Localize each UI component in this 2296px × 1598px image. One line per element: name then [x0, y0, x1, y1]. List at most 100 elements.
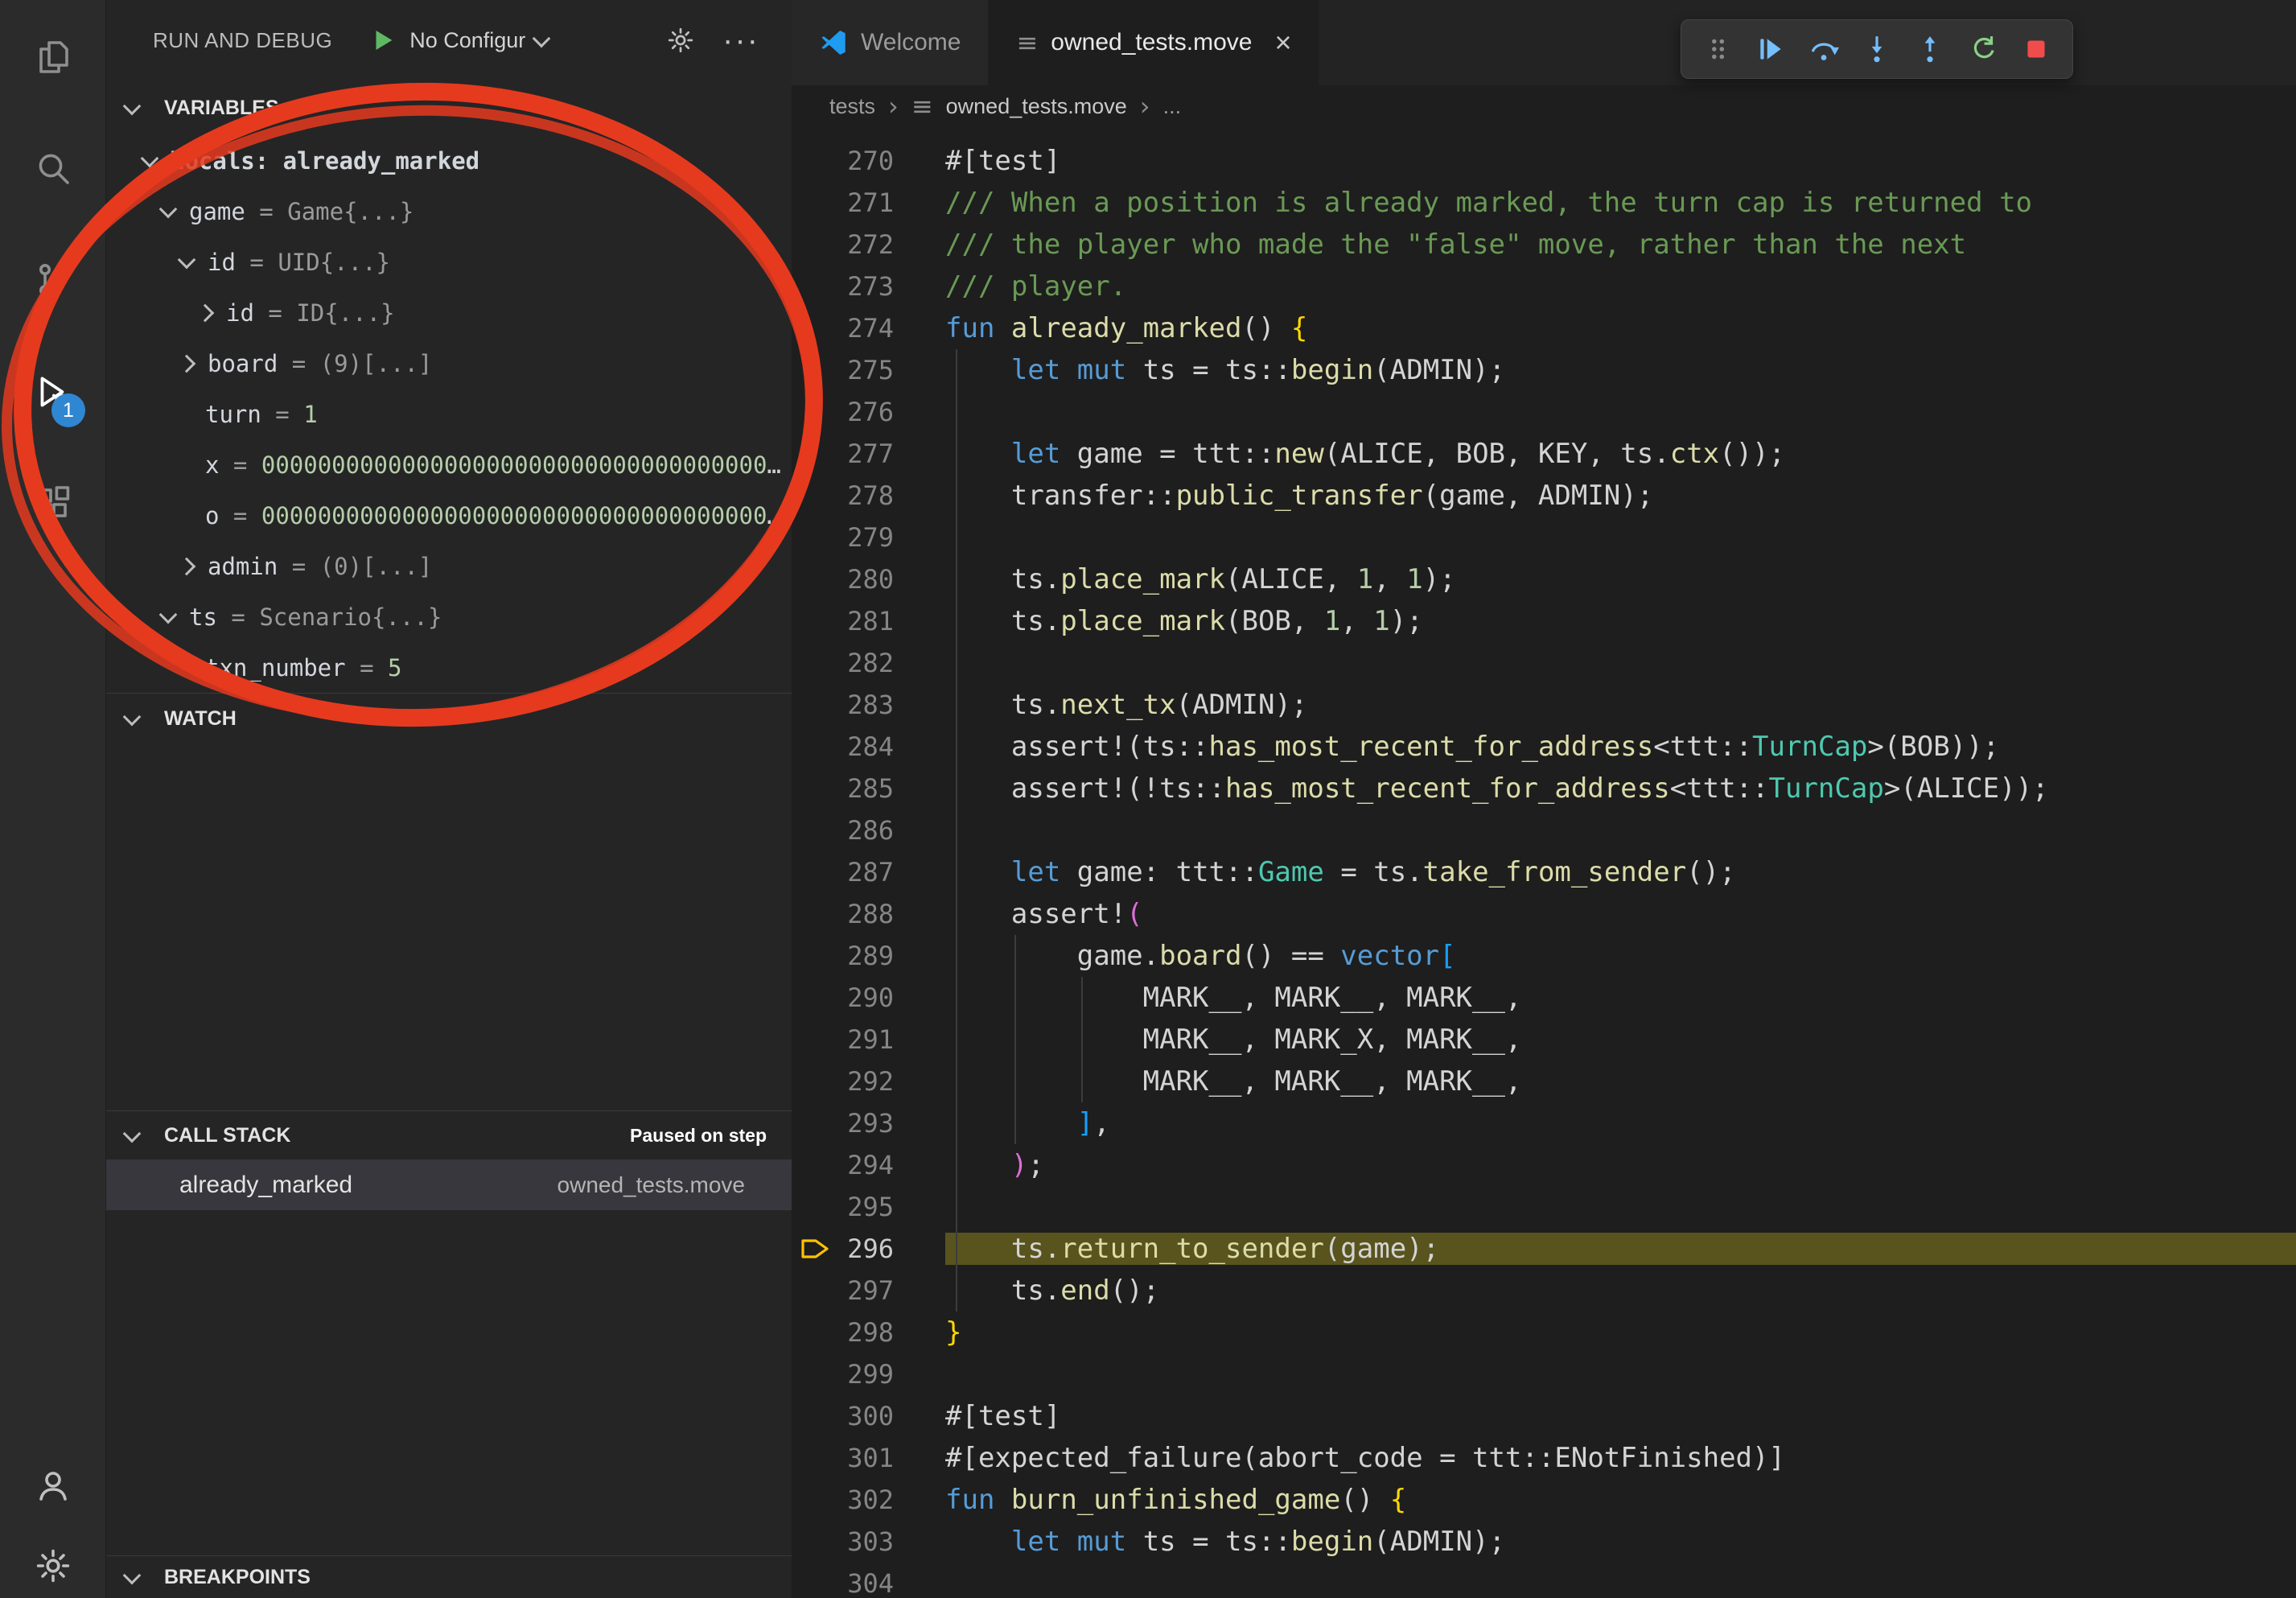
chevron-down-icon[interactable]	[159, 200, 178, 219]
variable-row[interactable]: locals: already_marked	[106, 135, 792, 186]
code-line[interactable]: 288 assert!(	[792, 893, 2296, 935]
code-line[interactable]: 280 ts.place_mark(ALICE, 1, 1);	[792, 558, 2296, 600]
code-line[interactable]: 283 ts.next_tx(ADMIN);	[792, 684, 2296, 726]
code-line[interactable]: 278 transfer::public_transfer(game, ADMI…	[792, 475, 2296, 517]
code-token: }	[945, 1316, 961, 1349]
code-token: fun	[945, 1484, 994, 1516]
code-line[interactable]: 302fun burn_unfinished_game() {	[792, 1479, 2296, 1521]
step-out-icon[interactable]	[1907, 26, 1953, 72]
code-line[interactable]: 270#[test]	[792, 140, 2296, 182]
more-actions-icon[interactable]: ···	[722, 32, 759, 48]
chevron-down-icon[interactable]	[159, 606, 178, 624]
code-line[interactable]: 277 let game = ttt::new(ALICE, BOB, KEY,…	[792, 433, 2296, 475]
chevron-right-icon[interactable]	[196, 303, 215, 322]
current-frame-icon[interactable]	[792, 1235, 837, 1262]
variable-row[interactable]: txn_number = 5	[106, 642, 792, 693]
debug-settings-icon[interactable]	[666, 26, 695, 55]
variables-title: VARIABLES	[164, 97, 279, 120]
code-token: fun	[945, 312, 994, 344]
chevron-right-icon[interactable]	[178, 557, 196, 575]
variable-name: admin	[208, 553, 278, 580]
breadcrumb-item-tests[interactable]: tests	[829, 94, 875, 119]
breadcrumb-item-file[interactable]: owned_tests.move	[946, 94, 1127, 119]
code-line-content: MARK__, MARK__, MARK__,	[945, 1065, 2296, 1098]
code-line[interactable]: 276	[792, 391, 2296, 433]
code-line[interactable]: 298}	[792, 1312, 2296, 1353]
search-icon[interactable]	[0, 112, 105, 224]
variable-row[interactable]: board = (9)[...]	[106, 338, 792, 389]
start-debug-button[interactable]	[369, 27, 397, 54]
code-line[interactable]: 290 MARK__, MARK__, MARK__,	[792, 977, 2296, 1019]
call-stack-frame[interactable]: already_markedowned_tests.move	[106, 1159, 792, 1210]
drag-handle-icon[interactable]	[1694, 26, 1741, 72]
code-line[interactable]: 273/// player.	[792, 266, 2296, 307]
variable-row[interactable]: turn = 1	[106, 389, 792, 439]
code-line[interactable]: 291 MARK__, MARK_X, MARK__,	[792, 1019, 2296, 1061]
chevron-down-icon[interactable]	[178, 251, 196, 270]
variable-row[interactable]: o = 000000000000000000000000000000000000…	[106, 490, 792, 541]
variable-row[interactable]: id = ID{...}	[106, 287, 792, 338]
extensions-icon[interactable]	[0, 447, 105, 559]
chevron-right-icon[interactable]	[178, 354, 196, 373]
code-line[interactable]: 275 let mut ts = ts::begin(ADMIN);	[792, 349, 2296, 391]
variable-row[interactable]: id = UID{...}	[106, 237, 792, 287]
variable-row[interactable]: game = Game{...}	[106, 186, 792, 237]
code-line[interactable]: 279	[792, 517, 2296, 558]
code-line[interactable]: 296 ts.return_to_sender(game);	[792, 1228, 2296, 1270]
code-line[interactable]: 297 ts.end();	[792, 1270, 2296, 1312]
code-line[interactable]: 284 assert!(ts::has_most_recent_for_addr…	[792, 726, 2296, 768]
code-line[interactable]: 272/// the player who made the "false" m…	[792, 224, 2296, 266]
variable-name: ts	[189, 603, 217, 631]
chevron-down-icon[interactable]	[141, 150, 159, 168]
code-line[interactable]: 271/// When a position is already marked…	[792, 182, 2296, 224]
code-line-content: ts.place_mark(BOB, 1, 1);	[945, 605, 2296, 637]
debug-config-dropdown[interactable]: No Configur	[409, 28, 562, 53]
code-line[interactable]: 293 ],	[792, 1102, 2296, 1144]
code-line-content: /// When a position is already marked, t…	[945, 187, 2296, 219]
tab-owned-tests-move[interactable]: ≡ owned_tests.move ×	[989, 0, 1319, 85]
close-icon[interactable]: ×	[1274, 26, 1291, 60]
code-editor[interactable]: 270#[test]271/// When a position is alre…	[792, 127, 2296, 1598]
variable-name: id	[208, 249, 236, 276]
restart-icon[interactable]	[1960, 26, 2006, 72]
breakpoints-section-header[interactable]: BREAKPOINTS	[106, 1555, 792, 1598]
explorer-icon[interactable]	[0, 0, 105, 112]
watch-section-header[interactable]: WATCH	[106, 693, 792, 743]
code-line[interactable]: 304	[792, 1563, 2296, 1598]
code-line[interactable]: 282	[792, 642, 2296, 684]
frame-file: owned_tests.move	[558, 1172, 745, 1198]
code-line[interactable]: 289 game.board() == vector[	[792, 935, 2296, 977]
tab-welcome[interactable]: Welcome	[792, 0, 989, 85]
code-line[interactable]: 303 let mut ts = ts::begin(ADMIN);	[792, 1521, 2296, 1563]
step-over-icon[interactable]	[1800, 26, 1847, 72]
code-line[interactable]: 299	[792, 1353, 2296, 1395]
code-line[interactable]: 295	[792, 1186, 2296, 1228]
settings-gear-icon[interactable]	[0, 1547, 105, 1585]
code-line[interactable]: 274fun already_marked() {	[792, 307, 2296, 349]
code-line-content: assert!(!ts::has_most_recent_for_address…	[945, 772, 2296, 805]
variable-value: (9)[...]	[320, 350, 433, 377]
stop-icon[interactable]	[2013, 26, 2059, 72]
call-stack-section-header[interactable]: CALL STACK Paused on step	[106, 1110, 792, 1159]
code-line[interactable]: 287 let game: ttt::Game = ts.take_from_s…	[792, 851, 2296, 893]
code-line[interactable]: 281 ts.place_mark(BOB, 1, 1);	[792, 600, 2296, 642]
variables-section-header[interactable]: VARIABLES	[106, 80, 792, 135]
code-line[interactable]: 285 assert!(!ts::has_most_recent_for_add…	[792, 768, 2296, 809]
chevron-down-icon	[123, 707, 142, 726]
account-icon[interactable]	[0, 1466, 105, 1505]
step-into-icon[interactable]	[1854, 26, 1900, 72]
code-line[interactable]: 294 );	[792, 1144, 2296, 1186]
code-line[interactable]: 286	[792, 809, 2296, 851]
variable-row[interactable]: admin = (0)[...]	[106, 541, 792, 591]
run-and-debug-icon[interactable]	[0, 336, 105, 447]
variable-row[interactable]: x = 000000000000000000000000000000000000…	[106, 439, 792, 490]
variable-row[interactable]: ts = Scenario{...}	[106, 591, 792, 642]
breadcrumb-item-more[interactable]: ...	[1163, 94, 1182, 119]
debug-badge: 1	[51, 393, 85, 427]
code-line[interactable]: 301#[expected_failure(abort_code = ttt::…	[792, 1437, 2296, 1479]
code-line[interactable]: 292 MARK__, MARK__, MARK__,	[792, 1061, 2296, 1102]
continue-icon[interactable]	[1747, 26, 1794, 72]
code-line[interactable]: 300#[test]	[792, 1395, 2296, 1437]
line-number: 293	[837, 1108, 894, 1139]
source-control-icon[interactable]	[0, 224, 105, 336]
